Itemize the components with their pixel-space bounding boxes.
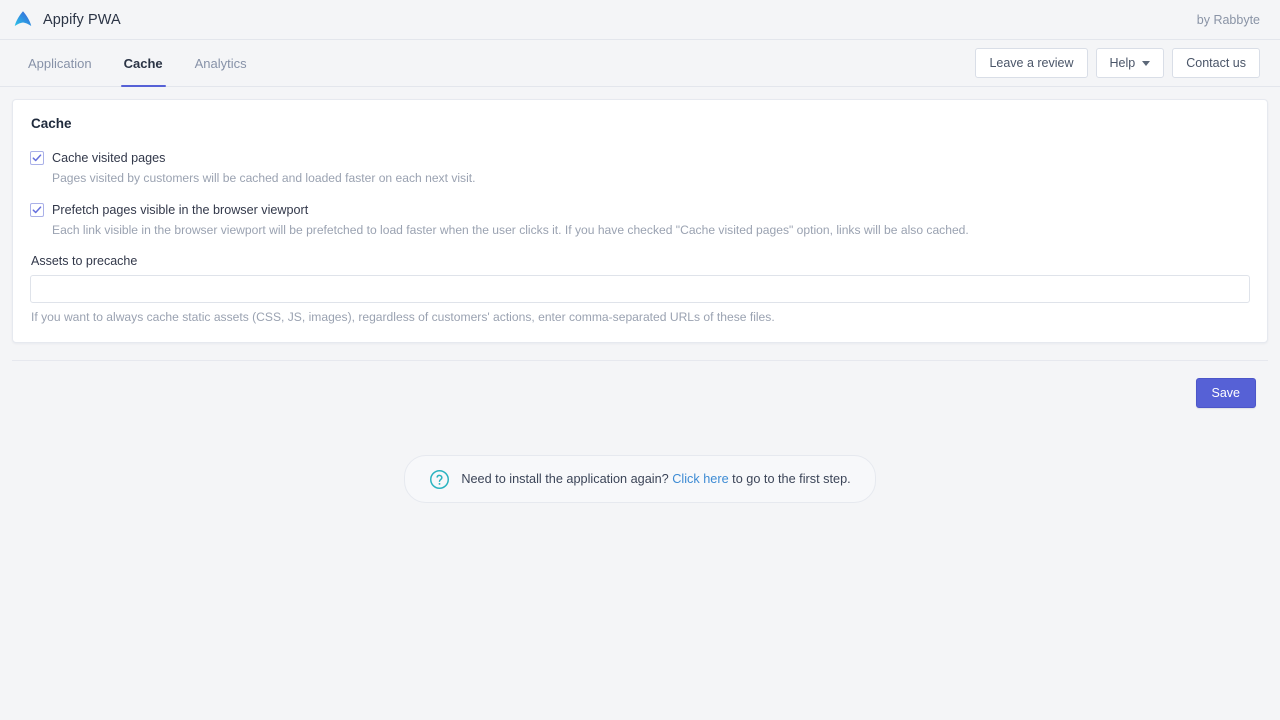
prefetch-visible-pages-checkbox[interactable]	[30, 203, 44, 217]
save-button[interactable]: Save	[1195, 378, 1256, 408]
option-cache-visited-pages[interactable]: Cache visited pages	[30, 150, 1250, 166]
click-here-link[interactable]: Click here	[672, 472, 728, 486]
app-title: Appify PWA	[43, 11, 121, 28]
tabs-bar: Application Cache Analytics Leave a revi…	[0, 40, 1280, 87]
prefetch-visible-pages-description: Each link visible in the browser viewpor…	[52, 223, 969, 237]
prefetch-visible-pages-label[interactable]: Prefetch pages visible in the browser vi…	[52, 202, 308, 218]
card-title: Cache	[31, 116, 72, 131]
help-dropdown-button[interactable]: Help	[1095, 48, 1165, 78]
cache-visited-pages-checkbox[interactable]	[30, 151, 44, 165]
contact-us-button[interactable]: Contact us	[1172, 48, 1260, 78]
tab-application-label: Application	[28, 55, 92, 71]
tab-analytics-label: Analytics	[194, 55, 247, 71]
check-icon	[32, 154, 42, 162]
help-label: Help	[1109, 56, 1136, 70]
tab-cache[interactable]: Cache	[108, 40, 179, 87]
contact-us-label: Contact us	[1186, 56, 1246, 70]
app-header: Appify PWA by Rabbyte	[0, 0, 1280, 40]
tab-application[interactable]: Application	[12, 40, 108, 87]
brand: Appify PWA	[12, 9, 121, 31]
reinstall-notice-text: Need to install the application again? C…	[461, 472, 850, 486]
tab-analytics[interactable]: Analytics	[179, 40, 263, 87]
option-prefetch-visible-pages[interactable]: Prefetch pages visible in the browser vi…	[30, 202, 1250, 218]
tab-cache-label: Cache	[123, 55, 163, 71]
notice-wrapper: Need to install the application again? C…	[12, 455, 1268, 503]
reinstall-notice: Need to install the application again? C…	[404, 455, 876, 503]
cache-settings-card: Cache Cache visited pages Pages visited …	[12, 99, 1268, 343]
question-circle-icon	[429, 469, 450, 490]
assets-to-precache-input[interactable]	[30, 275, 1250, 303]
tab-list: Application Cache Analytics	[0, 40, 263, 87]
leave-a-review-button[interactable]: Leave a review	[975, 48, 1088, 78]
main-content: Cache Cache visited pages Pages visited …	[0, 87, 1280, 503]
save-button-label: Save	[1211, 386, 1241, 400]
notice-text-after: to go to the first step.	[732, 472, 851, 486]
save-row: Save	[12, 361, 1268, 408]
header-actions: Leave a review Help Contact us	[975, 48, 1260, 78]
check-icon	[32, 206, 42, 214]
cache-visited-pages-label[interactable]: Cache visited pages	[52, 150, 165, 166]
chevron-down-icon	[1142, 60, 1151, 66]
appify-arrow-logo-icon	[12, 9, 34, 31]
assets-to-precache-help: If you want to always cache static asset…	[31, 310, 775, 324]
cache-visited-pages-description: Pages visited by customers will be cache…	[52, 171, 476, 185]
vendor-byline: by Rabbyte	[1196, 12, 1260, 27]
leave-a-review-label: Leave a review	[989, 56, 1074, 70]
notice-text-before: Need to install the application again?	[461, 472, 669, 486]
assets-to-precache-label: Assets to precache	[31, 254, 138, 268]
